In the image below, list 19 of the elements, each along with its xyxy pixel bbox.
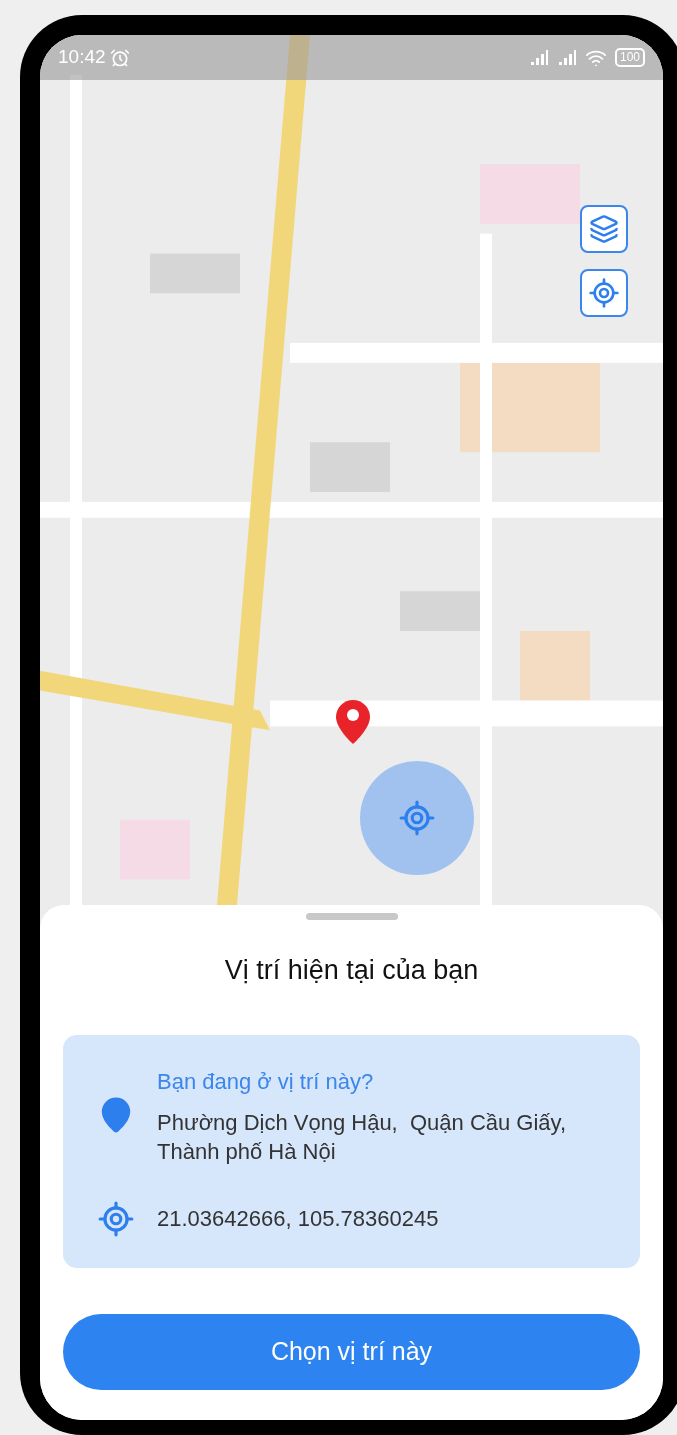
coordinates-text: 21.03642666, 105.78360245 (157, 1205, 439, 1233)
sheet-title: Vị trí hiện tại của bạn (224, 954, 479, 987)
signal-icon (556, 48, 577, 67)
layers-button[interactable] (580, 205, 628, 253)
choose-location-button[interactable]: Chọn vị trí này (63, 1313, 640, 1390)
locate-icon (398, 799, 436, 837)
address-text: Phường Dịch Vọng Hậu, Quận Cầu Giấy, Thành phố Hà Nội (157, 1108, 568, 1166)
map-pin-icon (336, 700, 370, 744)
drag-handle[interactable] (305, 913, 398, 920)
question-text: Bạn đang ở vị trí này? (157, 1067, 375, 1096)
locate-icon (97, 1199, 135, 1238)
layers-icon (589, 214, 619, 244)
clock-time: 10:42 (58, 45, 106, 70)
map[interactable]: 10:42 100 (40, 35, 663, 929)
alarm-icon (109, 47, 130, 68)
locate-icon (588, 277, 620, 309)
signal-icon (528, 48, 549, 67)
locate-button[interactable] (580, 269, 628, 317)
battery-icon: 100 (614, 48, 645, 67)
